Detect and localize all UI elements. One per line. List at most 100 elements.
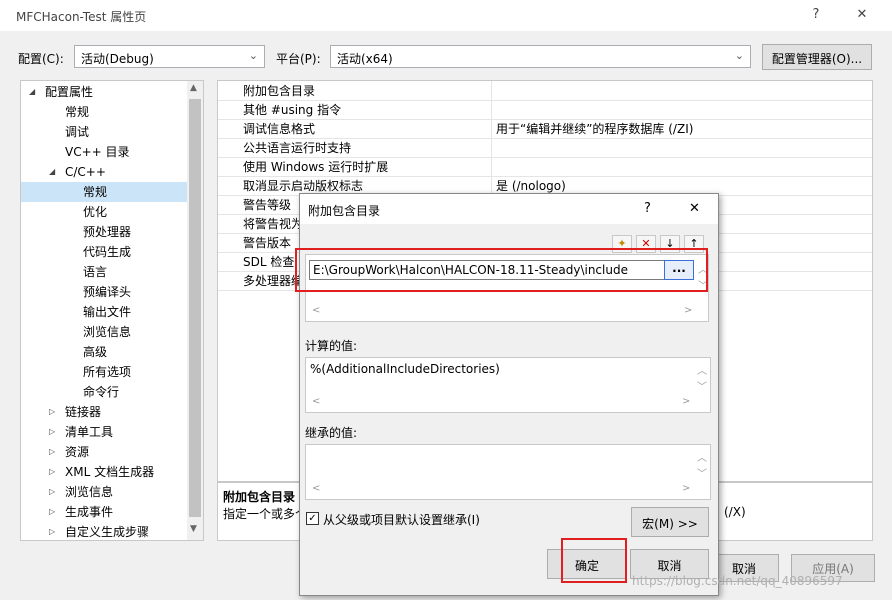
config-manager-button[interactable]: 配置管理器(O)... — [762, 44, 872, 70]
close-button[interactable]: ✕ — [850, 4, 874, 26]
help-button[interactable]: ? — [804, 4, 828, 26]
tree-item-label: 预编译头 — [83, 285, 132, 299]
scroll-left-icon[interactable]: < — [312, 483, 320, 494]
scroll-down-icon[interactable]: ﹀ — [697, 378, 707, 393]
tree-item[interactable]: ▷ 自定义生成步骤 — [21, 522, 187, 540]
dialog-title-bar: 附加包含目录 ? ✕ — [300, 194, 718, 224]
property-name[interactable]: 调试信息格式 — [243, 120, 315, 139]
expanded-icon[interactable]: ◢ — [49, 162, 55, 182]
tree-item[interactable]: ▷ 链接器 — [21, 402, 187, 422]
platform-value: 活动(x64) — [337, 52, 393, 66]
description-text-right: (/X) — [724, 505, 746, 519]
config-dropdown[interactable]: 活动(Debug) ⌄ — [74, 45, 265, 68]
chevron-down-icon: ⌄ — [734, 49, 744, 62]
tree-item[interactable]: 优化 — [21, 202, 187, 222]
tree-item[interactable]: 所有选项 — [21, 362, 187, 382]
tree-item[interactable]: 代码生成 — [21, 242, 187, 262]
dialog-cancel-label: 取消 — [657, 559, 682, 573]
description-text: 指定一个或多个 — [223, 507, 308, 521]
tree-item-label: C/C++ — [65, 165, 106, 179]
property-name[interactable]: 将警告视为 — [243, 215, 303, 234]
tree-item-label: 代码生成 — [83, 245, 132, 259]
property-name[interactable]: 警告版本 — [243, 234, 291, 253]
property-name[interactable]: SDL 检查 — [243, 253, 294, 272]
tree-item-label: 调试 — [65, 125, 90, 139]
property-name[interactable]: 其他 #using 指令 — [243, 101, 341, 120]
window-title: MFCHacon-Test 属性页 — [16, 10, 147, 24]
platform-label: 平台(P): — [276, 52, 321, 66]
chevron-down-icon: ⌄ — [248, 49, 258, 62]
inherit-checkbox[interactable]: ✓ — [306, 512, 319, 525]
scroll-right-icon[interactable]: > — [682, 483, 690, 494]
platform-dropdown[interactable]: 活动(x64) ⌄ — [330, 45, 751, 68]
computed-value: %(AdditionalIncludeDirectories) — [310, 362, 500, 376]
config-value: 活动(Debug) — [81, 52, 154, 66]
annotation-highlight-path — [295, 248, 708, 292]
tree-item[interactable]: ◢ 配置属性 — [21, 82, 187, 102]
tree-item[interactable]: 命令行 — [21, 382, 187, 402]
tree-item-label: 所有选项 — [83, 365, 132, 379]
expanded-icon[interactable]: ◢ — [29, 82, 35, 102]
collapsed-icon[interactable]: ▷ — [49, 482, 55, 502]
scroll-thumb[interactable] — [189, 99, 201, 517]
scroll-up-icon[interactable]: ︿ — [697, 362, 707, 377]
property-name[interactable]: 公共语言运行时支持 — [243, 139, 351, 158]
description-title: 附加包含目录 — [223, 490, 296, 504]
tree-item-label: 命令行 — [83, 385, 120, 399]
collapsed-icon[interactable]: ▷ — [49, 462, 55, 482]
tree-item[interactable]: VC++ 目录 — [21, 142, 187, 162]
tree-item-label: VC++ 目录 — [65, 145, 130, 159]
tree-item[interactable]: 高级 — [21, 342, 187, 362]
property-name[interactable]: 多处理器编 — [243, 272, 303, 291]
tree-item-label: 输出文件 — [83, 305, 132, 319]
tree-item[interactable]: ▷ 生成事件 — [21, 502, 187, 522]
tree-item[interactable]: ▷ 清单工具 — [21, 422, 187, 442]
scroll-up-icon[interactable]: ︿ — [697, 449, 707, 464]
tree-item[interactable]: ◢ C/C++ — [21, 162, 187, 182]
property-name[interactable]: 附加包含目录 — [243, 82, 315, 101]
tree-item[interactable]: 调试 — [21, 122, 187, 142]
scroll-right-icon[interactable]: > — [682, 396, 690, 407]
computed-label: 计算的值: — [305, 339, 358, 353]
tree-item[interactable]: ▷ 浏览信息 — [21, 482, 187, 502]
inherited-label: 继承的值: — [305, 426, 358, 440]
scroll-down-icon[interactable]: ﹀ — [697, 465, 707, 480]
tree-item[interactable]: 输出文件 — [21, 302, 187, 322]
tree-item-label: 自定义生成步骤 — [65, 525, 150, 539]
scroll-left-icon[interactable]: < — [312, 305, 320, 316]
title-bar: MFCHacon-Test 属性页 ? ✕ — [0, 0, 892, 31]
inherit-checkbox-label[interactable]: 从父级或项目默认设置继承(I) — [323, 511, 480, 528]
tree-item[interactable]: ▷ XML 文档生成器 — [21, 462, 187, 482]
property-tree: ◢ 配置属性 常规 调试 VC++ 目录 ◢ C/C++ 常规 优化 预处理器 代码生成 语言 预编译头… — [20, 80, 204, 541]
property-name[interactable]: 使用 Windows 运行时扩展 — [243, 158, 388, 177]
tree-item[interactable]: 预编译头 — [21, 282, 187, 302]
dialog-close-button[interactable]: ✕ — [689, 201, 700, 216]
tree-scrollbar[interactable]: ▲ ▼ — [187, 81, 203, 540]
collapsed-icon[interactable]: ▷ — [49, 402, 55, 422]
property-name[interactable]: 警告等级 — [243, 196, 291, 215]
collapsed-icon[interactable]: ▷ — [49, 502, 55, 522]
tree-item[interactable]: 常规 — [21, 102, 187, 122]
tree-item-label: 链接器 — [65, 405, 102, 419]
macro-button[interactable]: 宏(M) >> — [631, 507, 709, 537]
macro-label: 宏(M) >> — [642, 517, 698, 531]
property-value[interactable]: 用于“编辑并继续”的程序数据库 (/ZI) — [496, 120, 693, 139]
collapsed-icon[interactable]: ▷ — [49, 422, 55, 442]
tree-item-label: 配置属性 — [45, 85, 94, 99]
tree-item[interactable]: 语言 — [21, 262, 187, 282]
scroll-up-icon[interactable]: ▲ — [190, 83, 197, 93]
scroll-left-icon[interactable]: < — [312, 396, 320, 407]
tree-item-label: 浏览信息 — [83, 325, 132, 339]
tree-item-label: 浏览信息 — [65, 485, 114, 499]
collapsed-icon[interactable]: ▷ — [49, 522, 55, 540]
dialog-help-button[interactable]: ? — [644, 201, 651, 216]
collapsed-icon[interactable]: ▷ — [49, 442, 55, 462]
scroll-right-icon[interactable]: > — [684, 305, 692, 316]
tree-item[interactable]: 浏览信息 — [21, 322, 187, 342]
tree-item-label: 生成事件 — [65, 505, 114, 519]
tree-item-label: 高级 — [83, 345, 108, 359]
scroll-down-icon[interactable]: ▼ — [190, 524, 197, 534]
tree-item[interactable]: ▷ 资源 — [21, 442, 187, 462]
tree-item[interactable]: 预处理器 — [21, 222, 187, 242]
tree-item[interactable]: 常规 — [21, 182, 187, 202]
